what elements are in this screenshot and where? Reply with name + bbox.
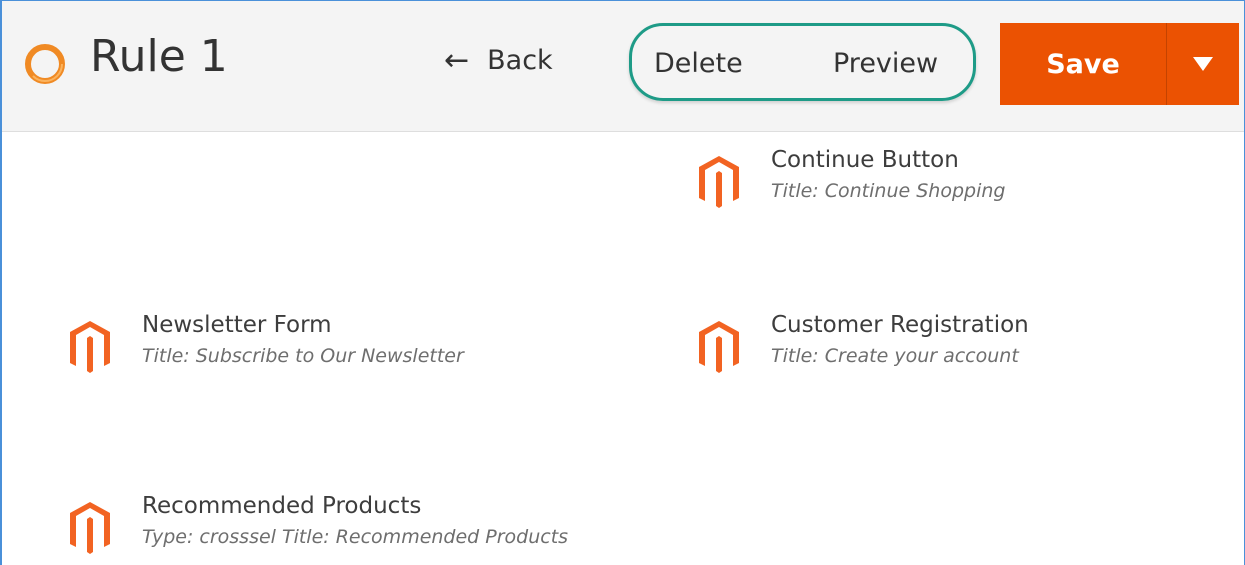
magento-icon — [70, 502, 110, 554]
magento-icon — [70, 321, 110, 373]
widget-name: Customer Registration — [771, 312, 1029, 338]
widget-description: Title: Continue Shopping — [771, 180, 1006, 202]
back-label: Back — [487, 45, 553, 76]
save-button[interactable]: Save — [1000, 23, 1166, 105]
caret-down-icon — [1193, 57, 1213, 71]
preview-button[interactable]: Preview — [833, 48, 938, 79]
page-header: Rule 1 ← Back Delete Preview Save — [2, 1, 1244, 132]
widget-item[interactable]: Recommended Products Type: crosssel Titl… — [68, 492, 568, 554]
widget-item[interactable]: Continue Button Title: Continue Shopping — [697, 146, 1005, 208]
widget-description: Type: crosssel Title: Recommended Produc… — [142, 526, 569, 548]
page-title: Rule 1 — [90, 31, 228, 82]
widget-item[interactable]: Newsletter Form Title: Subscribe to Our … — [68, 311, 464, 373]
widget-name: Continue Button — [771, 147, 959, 173]
arrow-left-icon: ← — [444, 42, 470, 78]
widget-name: Recommended Products — [142, 493, 422, 519]
widget-description: Title: Create your account — [771, 345, 1019, 367]
widget-item[interactable]: Customer Registration Title: Create your… — [697, 311, 1029, 373]
back-button[interactable]: ← Back — [444, 45, 553, 76]
magento-icon — [699, 156, 739, 208]
magento-icon — [699, 321, 739, 373]
delete-button[interactable]: Delete — [654, 48, 743, 79]
save-options-toggle[interactable] — [1166, 23, 1239, 105]
logo-icon — [25, 44, 65, 84]
widget-description: Title: Subscribe to Our Newsletter — [142, 345, 464, 367]
widget-name: Newsletter Form — [142, 312, 332, 338]
